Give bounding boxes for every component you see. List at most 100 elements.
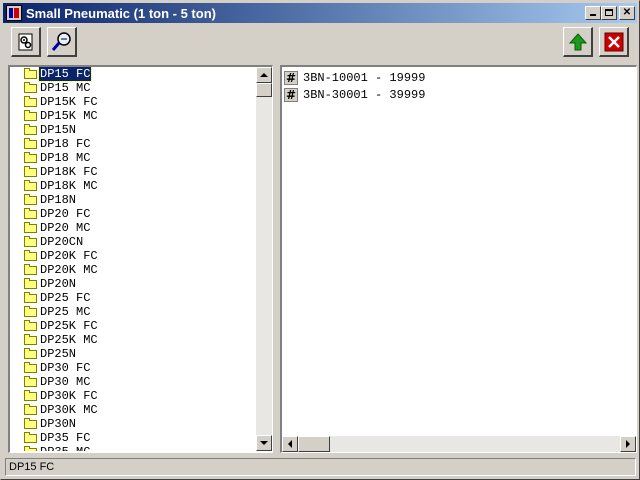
tree-item[interactable]: DP18K FC xyxy=(10,165,254,179)
tree-item-label: DP20CN xyxy=(40,235,84,249)
settings-button[interactable] xyxy=(11,27,41,57)
toolbar xyxy=(3,25,637,63)
up-arrow-icon xyxy=(568,32,587,50)
tree-item[interactable]: DP30 MC xyxy=(10,375,254,389)
tree-item[interactable]: DP15 MC xyxy=(10,81,254,95)
tree-item-label: DP15K MC xyxy=(40,109,98,123)
tree-item[interactable]: DP25N xyxy=(10,347,254,361)
tree-item[interactable]: DP25 FC xyxy=(10,291,254,305)
folder-icon xyxy=(24,235,37,247)
serial-list-pane[interactable]: #3BN-10001 - 19999 #3BN-30001 - 39999 xyxy=(280,65,637,453)
close-x-icon xyxy=(604,32,623,51)
folder-icon xyxy=(24,291,37,303)
tree-item-label: DP25 MC xyxy=(40,305,91,319)
folder-icon xyxy=(24,123,37,135)
folder-icon xyxy=(24,263,37,275)
minimize-button[interactable] xyxy=(585,6,601,20)
tree-item-label: DP18 FC xyxy=(40,137,91,151)
maximize-button[interactable] xyxy=(601,6,617,20)
arrow-left-icon xyxy=(288,440,292,448)
folder-icon xyxy=(24,137,37,149)
tree-item-label: DP18N xyxy=(40,193,77,207)
tree-item[interactable]: DP30K MC xyxy=(10,403,254,417)
folder-icon xyxy=(24,333,37,345)
tree-item-label: DP35 FC xyxy=(40,431,91,445)
serial-item-label: 3BN-10001 - 19999 xyxy=(303,70,426,85)
serial-item[interactable]: #3BN-30001 - 39999 xyxy=(284,86,425,103)
tree-item[interactable]: DP30 FC xyxy=(10,361,254,375)
scroll-up-button[interactable] xyxy=(256,67,272,83)
status-bar: DP15 FC xyxy=(5,458,636,476)
folder-icon xyxy=(24,277,37,289)
model-tree-pane[interactable]: DP15 FC DP15 MC DP15K FC DP15K MC DP15N DP18 … xyxy=(8,65,273,453)
tree-item[interactable]: DP20CN xyxy=(10,235,254,249)
tree-item-label: DP18 MC xyxy=(40,151,91,165)
tree-item[interactable]: DP18 MC xyxy=(10,151,254,165)
folder-icon xyxy=(24,445,37,451)
tree-item[interactable]: DP25K FC xyxy=(10,319,254,333)
tree-item[interactable]: DP30N xyxy=(10,417,254,431)
folder-icon xyxy=(24,151,37,163)
close-window-button[interactable]: ✕ xyxy=(619,6,635,20)
tree-item[interactable]: DP18K MC xyxy=(10,179,254,193)
folder-icon xyxy=(24,305,37,317)
tree-item[interactable]: DP15K FC xyxy=(10,95,254,109)
tree-item-label: DP25K FC xyxy=(40,319,98,333)
title-bar[interactable]: Small Pneumatic (1 ton - 5 ton) ✕ xyxy=(3,3,637,23)
arrow-up-icon xyxy=(260,73,268,77)
tree-item[interactable]: DP30K FC xyxy=(10,389,254,403)
serial-list[interactable]: #3BN-10001 - 19999 #3BN-30001 - 39999 xyxy=(284,69,425,103)
model-tree[interactable]: DP15 FC DP15 MC DP15K FC DP15K MC DP15N DP18 … xyxy=(10,67,254,451)
tree-item[interactable]: DP18 FC xyxy=(10,137,254,151)
tree-item[interactable]: DP20K FC xyxy=(10,249,254,263)
scroll-left-button[interactable] xyxy=(282,436,298,452)
window-title: Small Pneumatic (1 ton - 5 ton) xyxy=(26,5,216,21)
tree-item[interactable]: DP15N xyxy=(10,123,254,137)
tree-item-label: DP20 MC xyxy=(40,221,91,235)
tree-item[interactable]: DP20K MC xyxy=(10,263,254,277)
tree-item[interactable]: DP35 FC xyxy=(10,431,254,445)
tree-item[interactable]: DP15K MC xyxy=(10,109,254,123)
scroll-down-button[interactable] xyxy=(256,435,272,451)
tree-item-label: DP20K FC xyxy=(40,249,98,263)
horizontal-scroll-thumb[interactable] xyxy=(298,436,330,452)
tree-item-label: DP20K MC xyxy=(40,263,98,277)
folder-icon xyxy=(24,207,37,219)
tree-item[interactable]: DP25K MC xyxy=(10,333,254,347)
tree-item-label: DP15 FC xyxy=(37,67,93,82)
folder-icon xyxy=(24,179,37,191)
tree-item[interactable]: DP20N xyxy=(10,277,254,291)
tree-item[interactable]: DP25 MC xyxy=(10,305,254,319)
tree-item[interactable]: DP20 FC xyxy=(10,207,254,221)
up-button[interactable] xyxy=(563,27,593,57)
tree-item-label: DP25 FC xyxy=(40,291,91,305)
folder-icon xyxy=(24,403,37,415)
tree-item-label: DP15K FC xyxy=(40,95,98,109)
scroll-right-button[interactable] xyxy=(620,436,636,452)
tree-item[interactable]: DP20 MC xyxy=(10,221,254,235)
search-button[interactable] xyxy=(47,27,77,57)
tree-item[interactable]: DP15 FC xyxy=(10,67,254,82)
folder-icon xyxy=(24,81,37,93)
folder-icon xyxy=(24,389,37,401)
tree-item[interactable]: DP35 MC xyxy=(10,445,254,451)
serial-item[interactable]: #3BN-10001 - 19999 xyxy=(284,69,425,86)
tree-vertical-scrollbar[interactable] xyxy=(256,67,272,451)
tree-item-label: DP25N xyxy=(40,347,77,361)
close-icon: ✕ xyxy=(622,7,632,18)
folder-icon xyxy=(24,67,37,79)
folder-icon xyxy=(24,347,37,359)
arrow-down-icon xyxy=(260,441,268,445)
tree-item[interactable]: DP18N xyxy=(10,193,254,207)
tree-item-label: DP35 MC xyxy=(39,445,91,451)
tree-item-label: DP20 FC xyxy=(40,207,91,221)
serial-horizontal-scrollbar[interactable] xyxy=(282,436,636,452)
folder-icon xyxy=(24,375,37,387)
exit-button[interactable] xyxy=(599,27,629,57)
folder-icon xyxy=(24,417,37,429)
magnifier-icon xyxy=(51,31,71,51)
scroll-thumb[interactable] xyxy=(256,83,272,97)
pane-splitter[interactable] xyxy=(274,65,279,453)
app-icon[interactable] xyxy=(6,5,22,21)
maximize-icon xyxy=(605,9,613,16)
